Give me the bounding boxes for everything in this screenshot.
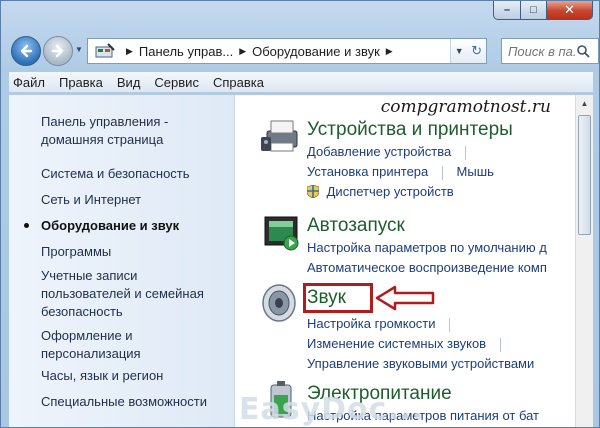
sidebar-item-user-accounts[interactable]: Учетные записи пользователей и семейная … [41,267,227,321]
refresh-icon[interactable]: ↻ [471,43,482,59]
sidebar: Панель управления - домашняя страница Си… [9,95,235,427]
link-device-manager[interactable]: Диспетчер устройств [307,184,454,199]
menu-view[interactable]: Вид [110,75,148,90]
menu-tools[interactable]: Сервис [147,75,206,90]
sidebar-item-system-security[interactable]: Система и безопасность [41,165,227,183]
category-devices-printers[interactable]: Устройства и принтеры [307,119,513,141]
search-input[interactable] [508,43,576,59]
link-group-printer-mouse: Установка принтера Мышь [307,164,494,180]
printer-icon [261,120,298,152]
sidebar-item-clock-language[interactable]: Часы, язык и регион [41,367,227,385]
link-divider [464,145,466,160]
sidebar-item-programs[interactable]: Программы [41,243,227,261]
link-system-sounds-label[interactable]: Изменение системных звуков [307,336,486,351]
menu-file[interactable]: Файл [9,75,52,90]
forward-button[interactable] [43,36,73,66]
link-device-manager-label[interactable]: Диспетчер устройств [327,184,454,199]
caption-buttons: – □ ✕ [493,1,593,20]
link-divider [441,165,443,180]
speaker-icon [262,284,296,322]
navigation-bar: ▼ ▶ Панель управ... ▶ Оборудование и зву… [9,35,599,67]
sidebar-item-appearance[interactable]: Оформление и персонализация [41,327,227,363]
category-panel: compgramotnost.ru Устройства и принтеры … [237,95,575,427]
sound-highlight-box [303,283,373,313]
link-mouse[interactable]: Мышь [457,164,494,179]
sidebar-item-accessibility[interactable]: Специальные возможности [41,393,227,411]
link-add-device-label[interactable]: Добавление устройства [307,144,451,159]
link-volume[interactable]: Настройка громкости [307,316,460,332]
link-autoplay-defaults[interactable]: Настройка параметров по умолчанию д [307,240,547,255]
maximize-button[interactable]: □ [521,1,547,20]
link-sound-devices[interactable]: Управление звуковыми устройствами [307,356,534,371]
link-volume-label[interactable]: Настройка громкости [307,316,436,331]
scroll-thumb[interactable] [578,115,591,235]
close-button[interactable]: ✕ [547,1,593,20]
breadcrumb-hardware-sound[interactable]: Оборудование и звук [252,44,380,59]
autoplay-icon [264,216,299,251]
bottom-watermark: EasyDoc... [239,393,425,427]
explorer-window: – □ ✕ ▼ ▶ Панель управ... ▶ Оборудование… [0,0,600,428]
link-system-sounds[interactable]: Изменение системных звуков [307,336,511,352]
search-icon[interactable] [576,44,590,58]
active-bullet-icon [24,223,29,228]
address-actions: ▼ ↻ [450,39,486,63]
back-arrow-icon [20,44,33,58]
uac-shield-icon [307,185,319,198]
address-dropdown-icon[interactable]: ▼ [455,46,464,56]
forward-arrow-icon [51,44,64,58]
breadcrumb-separator-icon: ▶ [385,45,393,56]
breadcrumb-separator-icon: ▶ [126,45,133,56]
category-autoplay[interactable]: Автозапуск [307,215,405,237]
back-button[interactable] [11,36,41,66]
search-box[interactable] [501,38,599,64]
link-add-printer[interactable]: Установка принтера [307,164,428,179]
control-panel-icon [95,43,115,58]
minimize-button[interactable]: – [493,1,521,20]
link-divider [499,337,501,352]
address-bar[interactable]: ▶ Панель управ... ▶ Оборудование и звук … [87,38,487,64]
breadcrumb-control-panel[interactable]: Панель управ... [139,44,233,59]
pointer-arrow-icon [375,285,435,311]
vertical-scrollbar[interactable]: ▲ [575,95,593,427]
sidebar-item-home[interactable]: Панель управления - домашняя страница [41,113,227,149]
sidebar-item-hardware-sound[interactable]: Оборудование и звук [41,217,227,235]
history-dropdown-icon[interactable]: ▼ [75,45,85,57]
sidebar-item-network[interactable]: Сеть и Интернет [41,191,227,209]
menu-help[interactable]: Справка [206,75,271,90]
link-add-device[interactable]: Добавление устройства [307,144,476,160]
link-divider [449,317,451,332]
content-area: Панель управления - домашняя страница Си… [9,95,593,427]
menu-edit[interactable]: Правка [52,75,110,90]
menu-bar: Файл Правка Вид Сервис Справка [9,71,593,93]
scroll-up-icon[interactable]: ▲ [576,95,593,112]
site-watermark: compgramotnost.ru [380,97,551,117]
breadcrumb-separator-icon: ▶ [239,45,247,56]
link-autoplay-auto[interactable]: Автоматическое воспроизведение комп [307,260,547,275]
